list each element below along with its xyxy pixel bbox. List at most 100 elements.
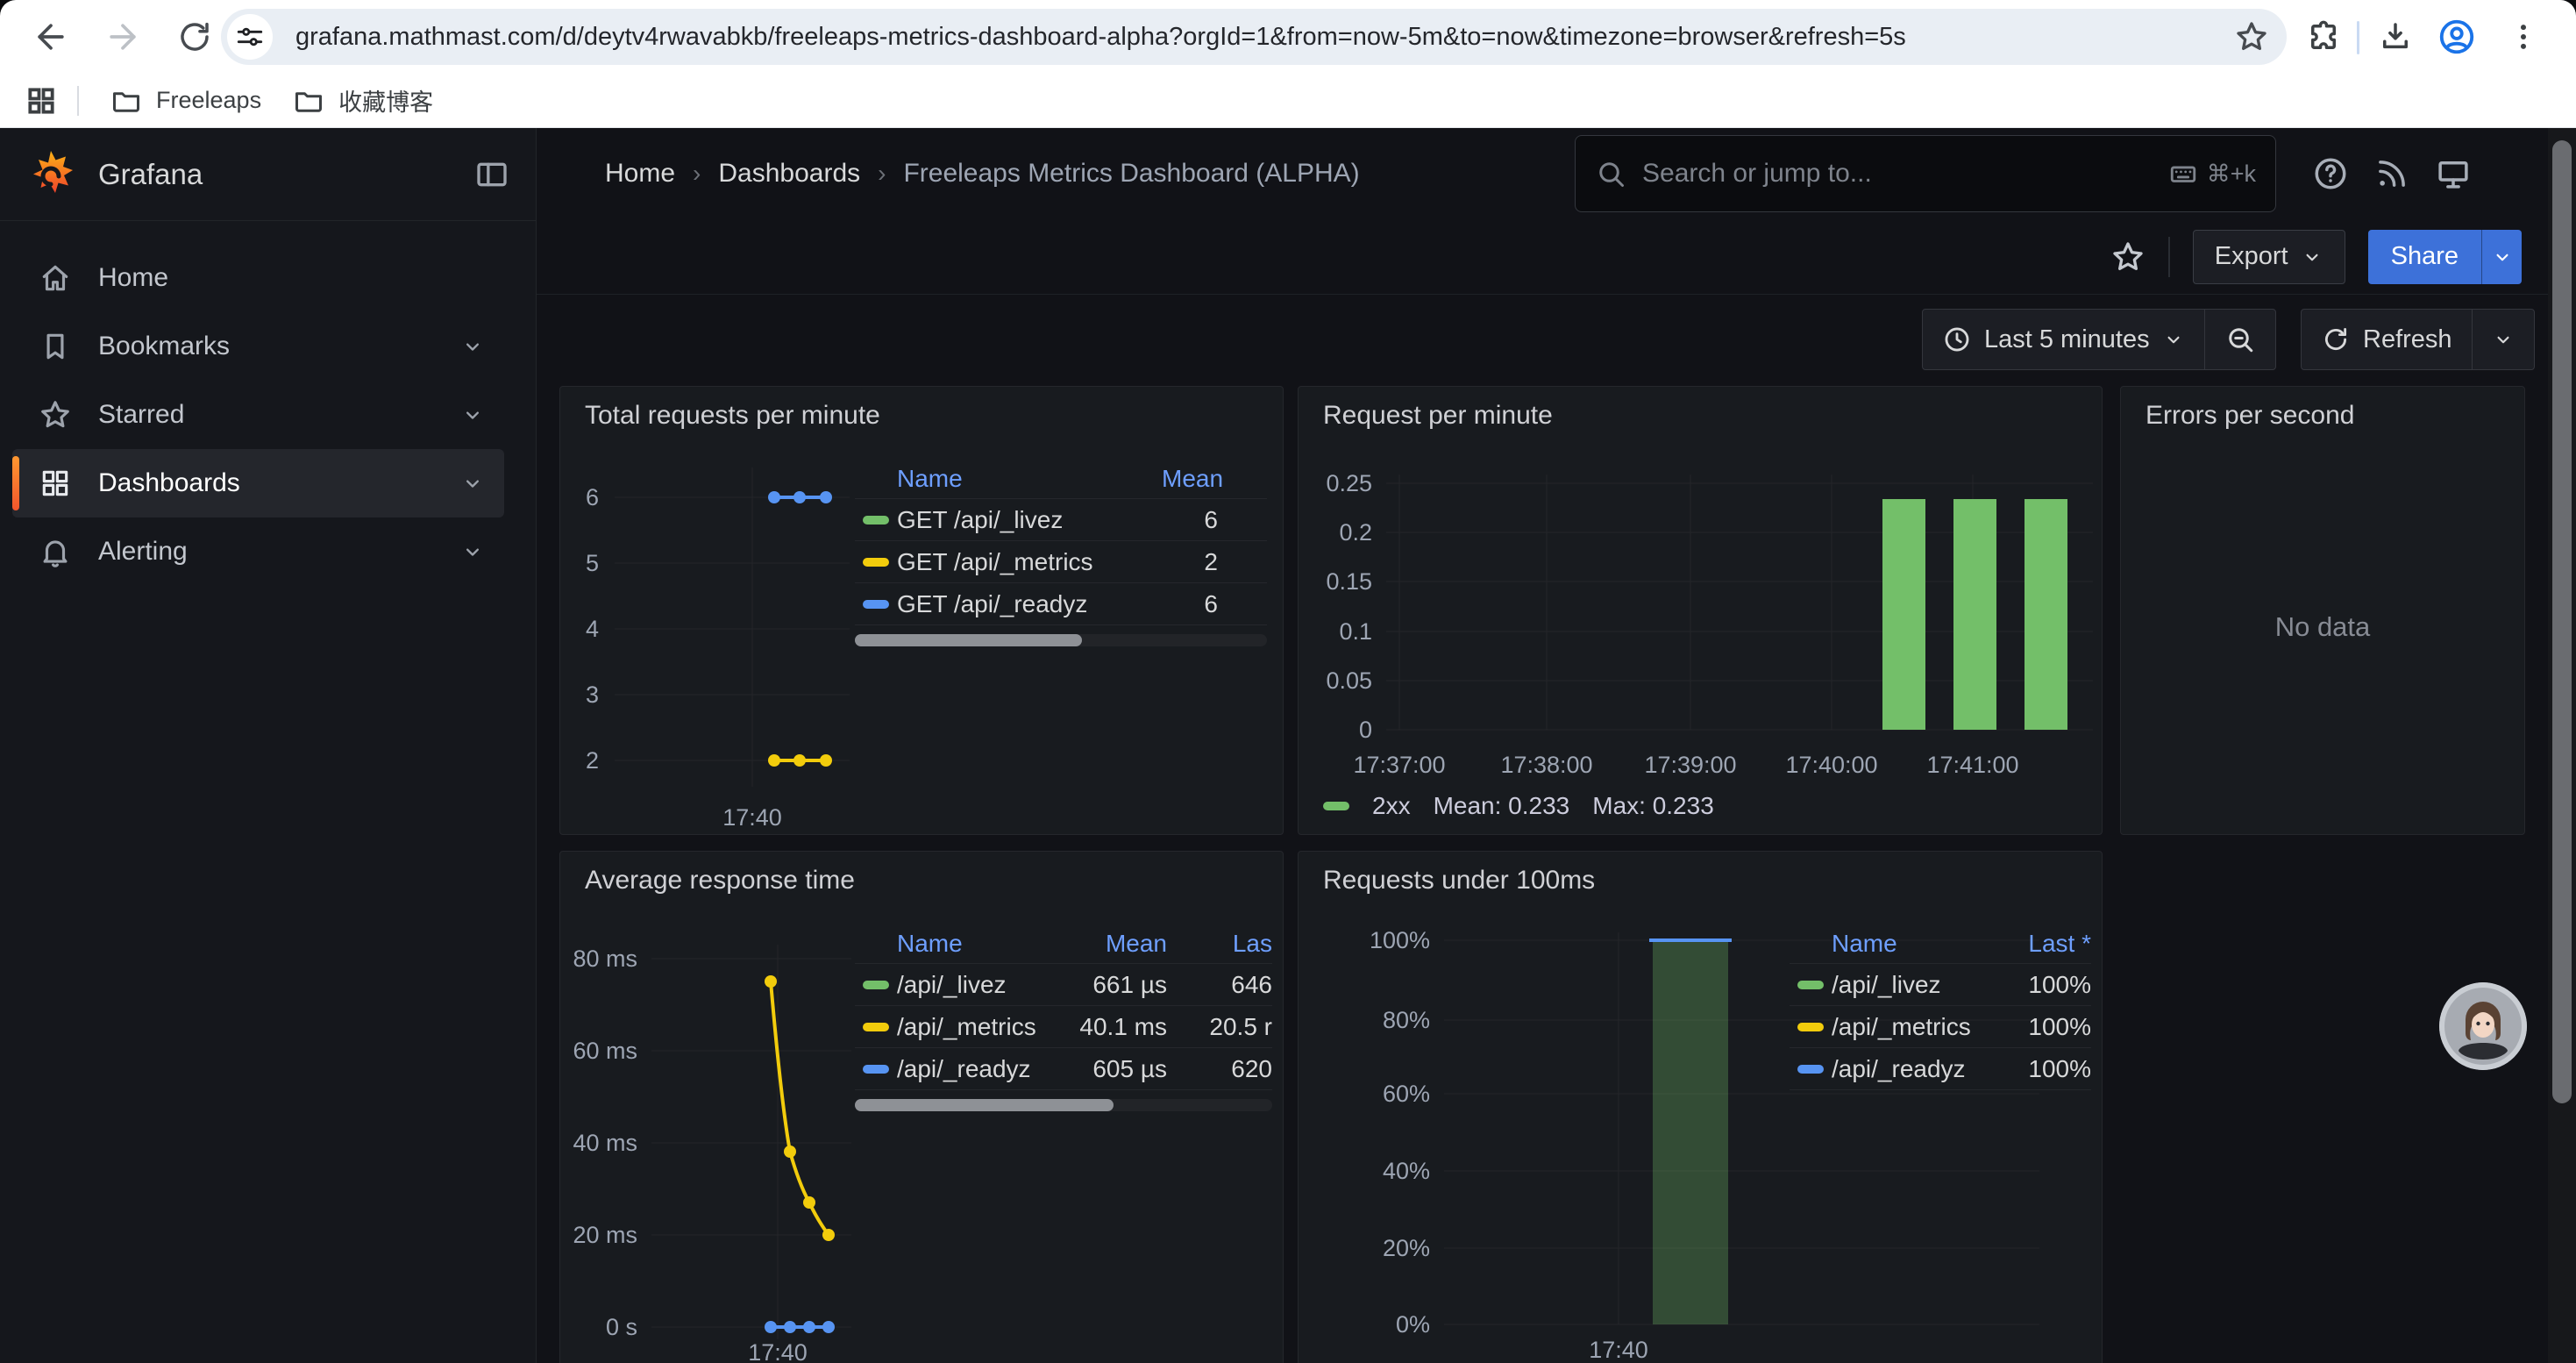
series-name[interactable]: /api/_metrics <box>897 1013 1057 1041</box>
extensions-button[interactable] <box>2301 14 2346 60</box>
col-header-name[interactable]: Name <box>897 465 1162 493</box>
svg-text:4: 4 <box>586 616 599 642</box>
svg-text:20%: 20% <box>1383 1235 1430 1261</box>
series-mean: 2 <box>1162 548 1267 576</box>
monitor-icon <box>2435 155 2472 192</box>
scrollbar-thumb[interactable] <box>2552 140 2572 1103</box>
bookmark-page-button[interactable] <box>2234 19 2269 54</box>
bookmark-folder-freeleaps[interactable]: Freeleaps <box>95 80 277 122</box>
svg-text:60%: 60% <box>1383 1081 1430 1107</box>
reload-icon <box>176 18 213 55</box>
series-name[interactable]: GET /api/_readyz <box>897 590 1162 618</box>
folder-icon <box>110 85 142 117</box>
sidebar-item-alerting[interactable]: Alerting <box>12 517 504 586</box>
breadcrumb-home[interactable]: Home <box>605 159 675 189</box>
bookmark-folder-blogs[interactable]: 收藏博客 <box>277 80 449 122</box>
legend-row-livez[interactable]: GET /api/_livez 6 <box>855 499 1267 541</box>
share-button[interactable]: Share <box>2368 230 2481 284</box>
series-name[interactable]: /api/_metrics <box>1832 1013 1977 1041</box>
series-name[interactable]: /api/_livez <box>1832 971 1977 999</box>
url-bar[interactable]: grafana.mathmast.com/d/deytv4rwavabkb/fr… <box>221 9 2287 65</box>
legend-row-livez[interactable]: /api/_livez 100% <box>1790 964 2091 1006</box>
refresh-interval-button[interactable] <box>2472 310 2534 369</box>
time-range-picker[interactable]: Last 5 minutes <box>1923 310 2204 369</box>
legend-row-readyz[interactable]: /api/_readyz 100% <box>1790 1048 2091 1090</box>
col-header-last[interactable]: Las <box>1188 930 1272 958</box>
series-name[interactable]: /api/_livez <box>897 971 1057 999</box>
series-name[interactable]: GET /api/_livez <box>897 506 1162 534</box>
apps-grid-button[interactable] <box>25 84 58 118</box>
bell-icon <box>12 535 98 568</box>
reload-button[interactable] <box>168 11 221 63</box>
legend-row-readyz[interactable]: /api/_readyz 605 µs 620 <box>855 1048 1272 1090</box>
chevron-down-icon[interactable] <box>460 539 485 564</box>
legend-scrollbar[interactable] <box>855 1099 1272 1111</box>
legend-row-metrics[interactable]: /api/_metrics 40.1 ms 20.5 r <box>855 1006 1272 1048</box>
legend-mean: Mean: 0.233 <box>1434 792 1570 820</box>
col-header-mean[interactable]: Mean <box>1057 930 1188 958</box>
col-header-name[interactable]: Name <box>897 930 1057 958</box>
legend-row-readyz[interactable]: GET /api/_readyz 6 <box>855 583 1267 625</box>
svg-text:0.1: 0.1 <box>1339 618 1372 645</box>
col-header-mean[interactable]: Mean <box>1162 465 1267 493</box>
breadcrumb: Home › Dashboards › Freeleaps Metrics Da… <box>605 128 1360 219</box>
sidebar-collapse-button[interactable] <box>474 157 509 192</box>
assistant-avatar[interactable] <box>2439 982 2527 1070</box>
legend-series-name[interactable]: 2xx <box>1372 792 1411 820</box>
panel-errors-per-second: Errors per second No data <box>2120 386 2525 835</box>
downloads-button[interactable] <box>2373 14 2418 60</box>
forward-button[interactable] <box>96 11 149 63</box>
chevron-down-icon[interactable] <box>460 403 485 427</box>
refresh-icon <box>2321 325 2351 354</box>
series-color-swatch <box>863 600 889 609</box>
svg-text:17:37:00: 17:37:00 <box>1353 752 1445 778</box>
panel-title[interactable]: Average response time <box>560 852 1283 896</box>
chevron-down-icon[interactable] <box>460 471 485 496</box>
sidebar-item-dashboards[interactable]: Dashboards <box>12 449 504 517</box>
panel-request-per-minute: Request per minute 0.25 0.2 0.15 0.1 0.0… <box>1298 386 2103 835</box>
series-mean: 661 µs <box>1057 971 1188 999</box>
series-name[interactable]: /api/_readyz <box>1832 1055 1977 1083</box>
chevron-down-icon <box>2492 328 2515 351</box>
news-button[interactable] <box>2367 149 2416 198</box>
refresh-button[interactable]: Refresh <box>2302 310 2472 369</box>
sidebar-item-home[interactable]: Home <box>12 244 504 312</box>
breadcrumb-dashboards[interactable]: Dashboards <box>718 159 860 189</box>
no-data-message: No data <box>2121 611 2524 643</box>
series-color-swatch <box>1797 981 1824 989</box>
sidebar-item-bookmarks[interactable]: Bookmarks <box>12 312 504 381</box>
profile-button[interactable] <box>2434 14 2480 60</box>
svg-text:0.2: 0.2 <box>1339 519 1372 546</box>
col-header-last[interactable]: Last * <box>1977 930 2091 958</box>
share-menu-button[interactable] <box>2481 230 2522 284</box>
col-header-name[interactable]: Name <box>1832 930 1977 958</box>
panel-title[interactable]: Errors per second <box>2121 387 2524 431</box>
search-input[interactable] <box>1642 159 2168 189</box>
series-name[interactable]: GET /api/_metrics <box>897 548 1162 576</box>
star-icon <box>2110 239 2145 275</box>
browser-menu-button[interactable] <box>2501 14 2546 60</box>
dock-panel-icon <box>474 157 509 192</box>
back-button[interactable] <box>25 11 77 63</box>
sidebar-item-starred[interactable]: Starred <box>12 381 504 449</box>
series-name[interactable]: /api/_readyz <box>897 1055 1057 1083</box>
keyboard-shortcut: ⌘+k <box>2168 159 2256 189</box>
export-button[interactable]: Export <box>2193 230 2345 284</box>
site-settings-button[interactable] <box>227 14 273 60</box>
favorite-dashboard-button[interactable] <box>2110 239 2145 275</box>
panel-title[interactable]: Request per minute <box>1299 387 2102 431</box>
help-button[interactable] <box>2306 149 2355 198</box>
zoom-out-time-button[interactable] <box>2204 310 2275 369</box>
chevron-down-icon[interactable] <box>460 334 485 359</box>
legend-row-metrics[interactable]: /api/_metrics 100% <box>1790 1006 2091 1048</box>
panel-title[interactable]: Total requests per minute <box>560 387 1283 431</box>
kebab-menu-icon <box>2506 19 2541 54</box>
display-button[interactable] <box>2429 149 2478 198</box>
actions-divider <box>2168 237 2170 277</box>
legend-scrollbar[interactable] <box>855 634 1267 646</box>
legend-row-metrics[interactable]: GET /api/_metrics 2 <box>855 541 1267 583</box>
legend-row-livez[interactable]: /api/_livez 661 µs 646 <box>855 964 1272 1006</box>
panel-title[interactable]: Requests under 100ms <box>1299 852 2102 896</box>
grafana-logo[interactable] <box>26 150 75 199</box>
search-box[interactable]: ⌘+k <box>1575 135 2276 212</box>
